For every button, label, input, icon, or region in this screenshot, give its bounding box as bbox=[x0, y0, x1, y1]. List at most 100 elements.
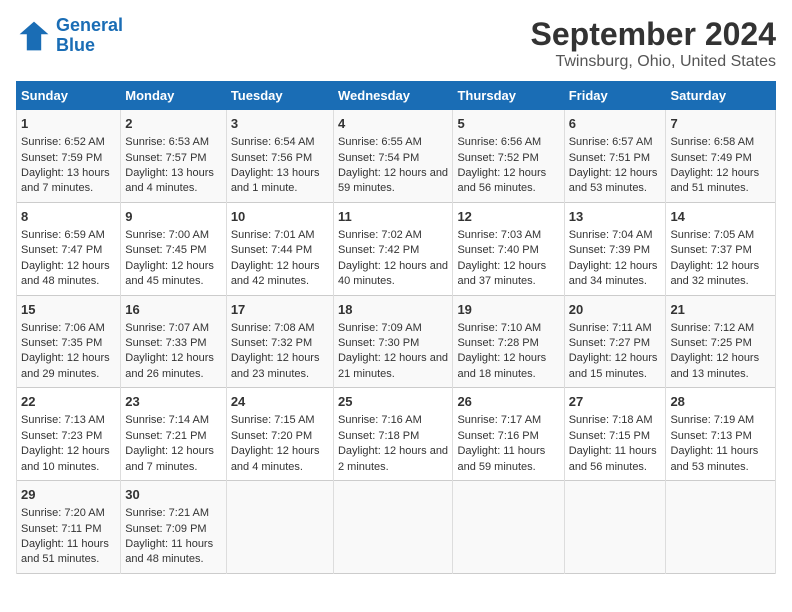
daylight: Daylight: 12 hours and 34 minutes. bbox=[569, 260, 658, 287]
sunset: Sunset: 7:15 PM bbox=[569, 430, 650, 442]
daylight: Daylight: 12 hours and 42 minutes. bbox=[231, 260, 320, 287]
col-header-sunday: Sunday bbox=[17, 82, 121, 110]
week-row-4: 22Sunrise: 7:13 AMSunset: 7:23 PMDayligh… bbox=[17, 388, 776, 481]
cell-4-4: 25Sunrise: 7:16 AMSunset: 7:18 PMDayligh… bbox=[333, 388, 452, 481]
sunset: Sunset: 7:40 PM bbox=[457, 244, 538, 256]
sunset: Sunset: 7:30 PM bbox=[338, 337, 419, 349]
sunset: Sunset: 7:13 PM bbox=[670, 430, 751, 442]
cell-1-1: 1Sunrise: 6:52 AMSunset: 7:59 PMDaylight… bbox=[17, 110, 121, 203]
cell-4-6: 27Sunrise: 7:18 AMSunset: 7:15 PMDayligh… bbox=[564, 388, 666, 481]
day-number: 17 bbox=[231, 301, 329, 319]
daylight: Daylight: 12 hours and 23 minutes. bbox=[231, 352, 320, 379]
cell-1-4: 4Sunrise: 6:55 AMSunset: 7:54 PMDaylight… bbox=[333, 110, 452, 203]
cell-4-7: 28Sunrise: 7:19 AMSunset: 7:13 PMDayligh… bbox=[666, 388, 776, 481]
cell-5-5 bbox=[453, 481, 564, 574]
cell-1-5: 5Sunrise: 6:56 AMSunset: 7:52 PMDaylight… bbox=[453, 110, 564, 203]
logo-icon bbox=[16, 18, 52, 54]
day-number: 4 bbox=[338, 115, 448, 133]
cell-3-3: 17Sunrise: 7:08 AMSunset: 7:32 PMDayligh… bbox=[226, 295, 333, 388]
cell-3-1: 15Sunrise: 7:06 AMSunset: 7:35 PMDayligh… bbox=[17, 295, 121, 388]
sunrise: Sunrise: 6:59 AM bbox=[21, 229, 105, 241]
day-number: 23 bbox=[125, 393, 222, 411]
calendar-table: SundayMondayTuesdayWednesdayThursdayFrid… bbox=[16, 81, 776, 574]
day-number: 15 bbox=[21, 301, 116, 319]
cell-2-6: 13Sunrise: 7:04 AMSunset: 7:39 PMDayligh… bbox=[564, 202, 666, 295]
sunrise: Sunrise: 7:03 AM bbox=[457, 229, 541, 241]
main-title: September 2024 bbox=[531, 16, 776, 53]
cell-3-2: 16Sunrise: 7:07 AMSunset: 7:33 PMDayligh… bbox=[121, 295, 227, 388]
day-number: 26 bbox=[457, 393, 559, 411]
logo-line1: General bbox=[56, 15, 123, 35]
sunset: Sunset: 7:11 PM bbox=[21, 523, 102, 535]
sunrise: Sunrise: 6:53 AM bbox=[125, 136, 209, 148]
day-number: 3 bbox=[231, 115, 329, 133]
header-row: SundayMondayTuesdayWednesdayThursdayFrid… bbox=[17, 82, 776, 110]
week-row-1: 1Sunrise: 6:52 AMSunset: 7:59 PMDaylight… bbox=[17, 110, 776, 203]
day-number: 13 bbox=[569, 208, 662, 226]
sunset: Sunset: 7:45 PM bbox=[125, 244, 206, 256]
col-header-friday: Friday bbox=[564, 82, 666, 110]
sunrise: Sunrise: 7:14 AM bbox=[125, 414, 209, 426]
daylight: Daylight: 13 hours and 7 minutes. bbox=[21, 167, 110, 194]
sunset: Sunset: 7:35 PM bbox=[21, 337, 102, 349]
day-number: 21 bbox=[670, 301, 771, 319]
day-number: 25 bbox=[338, 393, 448, 411]
sunrise: Sunrise: 7:19 AM bbox=[670, 414, 754, 426]
col-header-saturday: Saturday bbox=[666, 82, 776, 110]
sunset: Sunset: 7:32 PM bbox=[231, 337, 312, 349]
daylight: Daylight: 12 hours and 56 minutes. bbox=[457, 167, 546, 194]
cell-1-7: 7Sunrise: 6:58 AMSunset: 7:49 PMDaylight… bbox=[666, 110, 776, 203]
col-header-wednesday: Wednesday bbox=[333, 82, 452, 110]
sunrise: Sunrise: 7:05 AM bbox=[670, 229, 754, 241]
cell-2-2: 9Sunrise: 7:00 AMSunset: 7:45 PMDaylight… bbox=[121, 202, 227, 295]
daylight: Daylight: 12 hours and 48 minutes. bbox=[21, 260, 110, 287]
day-number: 30 bbox=[125, 486, 222, 504]
sunrise: Sunrise: 6:54 AM bbox=[231, 136, 315, 148]
sunset: Sunset: 7:54 PM bbox=[338, 152, 419, 164]
cell-5-6 bbox=[564, 481, 666, 574]
cell-3-6: 20Sunrise: 7:11 AMSunset: 7:27 PMDayligh… bbox=[564, 295, 666, 388]
sunset: Sunset: 7:39 PM bbox=[569, 244, 650, 256]
day-number: 19 bbox=[457, 301, 559, 319]
sunset: Sunset: 7:18 PM bbox=[338, 430, 419, 442]
sunrise: Sunrise: 7:01 AM bbox=[231, 229, 315, 241]
day-number: 20 bbox=[569, 301, 662, 319]
sunset: Sunset: 7:59 PM bbox=[21, 152, 102, 164]
daylight: Daylight: 12 hours and 29 minutes. bbox=[21, 352, 110, 379]
day-number: 27 bbox=[569, 393, 662, 411]
daylight: Daylight: 12 hours and 15 minutes. bbox=[569, 352, 658, 379]
daylight: Daylight: 12 hours and 32 minutes. bbox=[670, 260, 759, 287]
logo-text: General Blue bbox=[56, 16, 123, 56]
sunset: Sunset: 7:57 PM bbox=[125, 152, 206, 164]
sunset: Sunset: 7:21 PM bbox=[125, 430, 206, 442]
logo-line2: Blue bbox=[56, 35, 95, 55]
cell-2-3: 10Sunrise: 7:01 AMSunset: 7:44 PMDayligh… bbox=[226, 202, 333, 295]
day-number: 14 bbox=[670, 208, 771, 226]
col-header-thursday: Thursday bbox=[453, 82, 564, 110]
cell-5-1: 29Sunrise: 7:20 AMSunset: 7:11 PMDayligh… bbox=[17, 481, 121, 574]
sunrise: Sunrise: 7:18 AM bbox=[569, 414, 653, 426]
day-number: 12 bbox=[457, 208, 559, 226]
sunrise: Sunrise: 7:09 AM bbox=[338, 322, 422, 334]
sunset: Sunset: 7:56 PM bbox=[231, 152, 312, 164]
empty-cell bbox=[457, 486, 559, 556]
day-number: 5 bbox=[457, 115, 559, 133]
day-number: 10 bbox=[231, 208, 329, 226]
day-number: 6 bbox=[569, 115, 662, 133]
subtitle: Twinsburg, Ohio, United States bbox=[531, 53, 776, 71]
daylight: Daylight: 13 hours and 1 minute. bbox=[231, 167, 320, 194]
col-header-tuesday: Tuesday bbox=[226, 82, 333, 110]
daylight: Daylight: 12 hours and 2 minutes. bbox=[338, 445, 448, 472]
sunset: Sunset: 7:20 PM bbox=[231, 430, 312, 442]
cell-4-2: 23Sunrise: 7:14 AMSunset: 7:21 PMDayligh… bbox=[121, 388, 227, 481]
daylight: Daylight: 12 hours and 53 minutes. bbox=[569, 167, 658, 194]
day-number: 9 bbox=[125, 208, 222, 226]
cell-3-4: 18Sunrise: 7:09 AMSunset: 7:30 PMDayligh… bbox=[333, 295, 452, 388]
cell-4-5: 26Sunrise: 7:17 AMSunset: 7:16 PMDayligh… bbox=[453, 388, 564, 481]
cell-3-5: 19Sunrise: 7:10 AMSunset: 7:28 PMDayligh… bbox=[453, 295, 564, 388]
sunset: Sunset: 7:42 PM bbox=[338, 244, 419, 256]
sunset: Sunset: 7:27 PM bbox=[569, 337, 650, 349]
week-row-3: 15Sunrise: 7:06 AMSunset: 7:35 PMDayligh… bbox=[17, 295, 776, 388]
sunrise: Sunrise: 7:13 AM bbox=[21, 414, 105, 426]
daylight: Daylight: 12 hours and 37 minutes. bbox=[457, 260, 546, 287]
